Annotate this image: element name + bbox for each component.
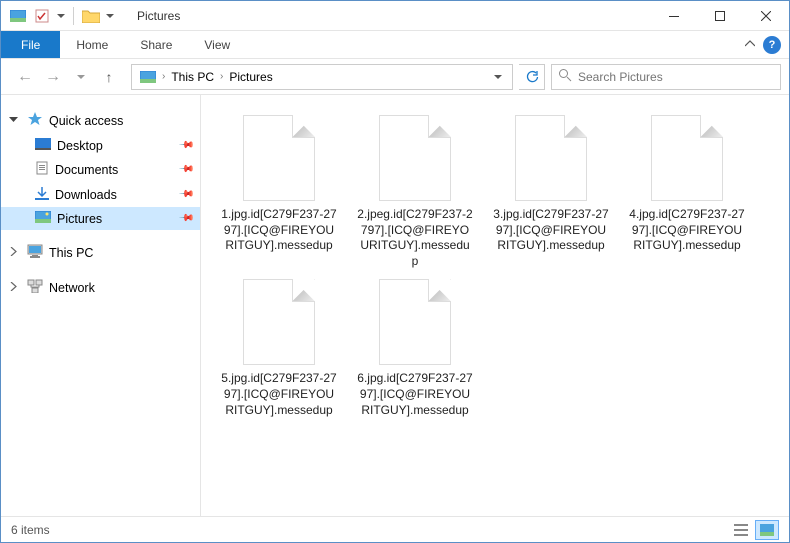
- file-item[interactable]: 2.jpeg.id[C279F237-2797].[ICQ@FIREYOURIT…: [357, 115, 473, 269]
- sidebar-documents[interactable]: Documents 📌: [1, 157, 200, 182]
- refresh-button[interactable]: [519, 64, 545, 90]
- qat-properties-icon[interactable]: [31, 5, 53, 27]
- breadcrumb-root-icon[interactable]: [136, 69, 160, 85]
- search-input[interactable]: [578, 70, 774, 84]
- breadcrumb-seg2: Pictures: [229, 70, 272, 84]
- address-bar: ← → ↑ › This PC › Pictures: [1, 59, 789, 95]
- file-name: 5.jpg.id[C279F237-2797].[ICQ@FIREYOURITG…: [221, 371, 337, 418]
- tab-home[interactable]: Home: [60, 31, 124, 58]
- expand-icon[interactable]: [9, 247, 21, 259]
- explorer-window: Pictures File Home Share View ? ←: [0, 0, 790, 543]
- file-item[interactable]: 5.jpg.id[C279F237-2797].[ICQ@FIREYOURITG…: [221, 279, 337, 418]
- window-title: Pictures: [133, 9, 180, 23]
- back-button[interactable]: ←: [13, 65, 37, 89]
- file-name: 1.jpg.id[C279F237-2797].[ICQ@FIREYOURITG…: [221, 207, 337, 254]
- pin-icon: 📌: [177, 137, 194, 154]
- search-box[interactable]: [551, 64, 781, 90]
- icon-grid: 1.jpg.id[C279F237-2797].[ICQ@FIREYOURITG…: [221, 115, 777, 418]
- maximize-button[interactable]: [697, 1, 743, 30]
- app-icon[interactable]: [7, 5, 29, 27]
- file-name: 6.jpg.id[C279F237-2797].[ICQ@FIREYOURITG…: [357, 371, 473, 418]
- tab-file-label: File: [21, 38, 40, 52]
- star-icon: [27, 111, 43, 130]
- file-icon: [651, 115, 723, 201]
- forward-button[interactable]: →: [41, 65, 65, 89]
- sidebar-pictures-label: Pictures: [57, 212, 102, 226]
- status-bar: 6 items: [1, 516, 789, 542]
- tab-view-label: View: [204, 38, 230, 52]
- file-icon: [379, 115, 451, 201]
- file-icon: [379, 279, 451, 365]
- search-icon: [558, 68, 572, 85]
- close-button[interactable]: [743, 1, 789, 30]
- file-item[interactable]: 1.jpg.id[C279F237-2797].[ICQ@FIREYOURITG…: [221, 115, 337, 269]
- navigation-pane: Quick access Desktop 📌 Documents 📌: [1, 95, 201, 516]
- file-view[interactable]: 1.jpg.id[C279F237-2797].[ICQ@FIREYOURITG…: [201, 95, 789, 516]
- breadcrumb-this-pc[interactable]: This PC: [167, 68, 218, 86]
- network-icon: [27, 279, 43, 296]
- sidebar-this-pc-label: This PC: [49, 246, 93, 260]
- breadcrumb-seg1: This PC: [171, 70, 214, 84]
- sidebar-network[interactable]: Network: [1, 275, 200, 300]
- sidebar-pictures[interactable]: Pictures 📌: [1, 207, 200, 230]
- status-item-count: 6 items: [11, 523, 50, 537]
- file-icon: [243, 115, 315, 201]
- up-button[interactable]: ↑: [97, 65, 121, 89]
- file-item[interactable]: 3.jpg.id[C279F237-2797].[ICQ@FIREYOURITG…: [493, 115, 609, 269]
- breadcrumb-dropdown-icon[interactable]: [488, 68, 508, 86]
- pin-icon: 📌: [177, 186, 194, 203]
- sidebar-network-label: Network: [49, 281, 95, 295]
- file-icon: [515, 115, 587, 201]
- window-controls: [651, 1, 789, 30]
- sidebar-documents-label: Documents: [55, 163, 118, 177]
- file-name: 4.jpg.id[C279F237-2797].[ICQ@FIREYOURITG…: [629, 207, 745, 254]
- file-item[interactable]: 4.jpg.id[C279F237-2797].[ICQ@FIREYOURITG…: [629, 115, 745, 269]
- title-bar: Pictures: [1, 1, 789, 31]
- body: Quick access Desktop 📌 Documents 📌: [1, 95, 789, 516]
- file-item[interactable]: 6.jpg.id[C279F237-2797].[ICQ@FIREYOURITG…: [357, 279, 473, 418]
- downloads-icon: [35, 186, 49, 203]
- collapse-icon[interactable]: [9, 115, 21, 127]
- tab-view[interactable]: View: [188, 31, 246, 58]
- documents-icon: [35, 161, 49, 178]
- tab-share[interactable]: Share: [124, 31, 188, 58]
- breadcrumb-bar[interactable]: › This PC › Pictures: [131, 64, 513, 90]
- this-pc-icon: [27, 244, 43, 261]
- view-details-button[interactable]: [729, 520, 753, 540]
- desktop-icon: [35, 138, 51, 153]
- pin-icon: 📌: [177, 210, 194, 227]
- chevron-right-icon[interactable]: ›: [162, 71, 165, 82]
- view-thumbnails-button[interactable]: [755, 520, 779, 540]
- pin-icon: 📌: [177, 161, 194, 178]
- sidebar-desktop[interactable]: Desktop 📌: [1, 134, 200, 157]
- sidebar-desktop-label: Desktop: [57, 139, 103, 153]
- minimize-button[interactable]: [651, 1, 697, 30]
- sidebar-quick-access[interactable]: Quick access: [1, 107, 200, 134]
- file-name: 3.jpg.id[C279F237-2797].[ICQ@FIREYOURITG…: [493, 207, 609, 254]
- breadcrumb-pictures[interactable]: Pictures: [225, 68, 276, 86]
- tab-share-label: Share: [140, 38, 172, 52]
- help-icon[interactable]: ?: [763, 36, 781, 54]
- qat-dropdown-icon[interactable]: [55, 5, 67, 27]
- expand-icon[interactable]: [9, 282, 21, 294]
- sidebar-downloads-label: Downloads: [55, 188, 117, 202]
- tab-home-label: Home: [76, 38, 108, 52]
- sidebar-this-pc[interactable]: This PC: [1, 240, 200, 265]
- qat: [1, 5, 122, 27]
- file-name: 2.jpeg.id[C279F237-2797].[ICQ@FIREYOURIT…: [357, 207, 473, 269]
- sidebar-quick-access-label: Quick access: [49, 114, 123, 128]
- history-dropdown[interactable]: [69, 65, 93, 89]
- qat-separator: [73, 7, 74, 25]
- sidebar-downloads[interactable]: Downloads 📌: [1, 182, 200, 207]
- folder-icon[interactable]: [80, 5, 102, 27]
- ribbon-expand-icon[interactable]: [745, 36, 755, 54]
- pictures-icon: [35, 211, 51, 226]
- tab-file[interactable]: File: [1, 31, 60, 58]
- ribbon-tabs: File Home Share View ?: [1, 31, 789, 59]
- file-icon: [243, 279, 315, 365]
- chevron-right-icon[interactable]: ›: [220, 71, 223, 82]
- folder-dropdown-icon[interactable]: [104, 5, 116, 27]
